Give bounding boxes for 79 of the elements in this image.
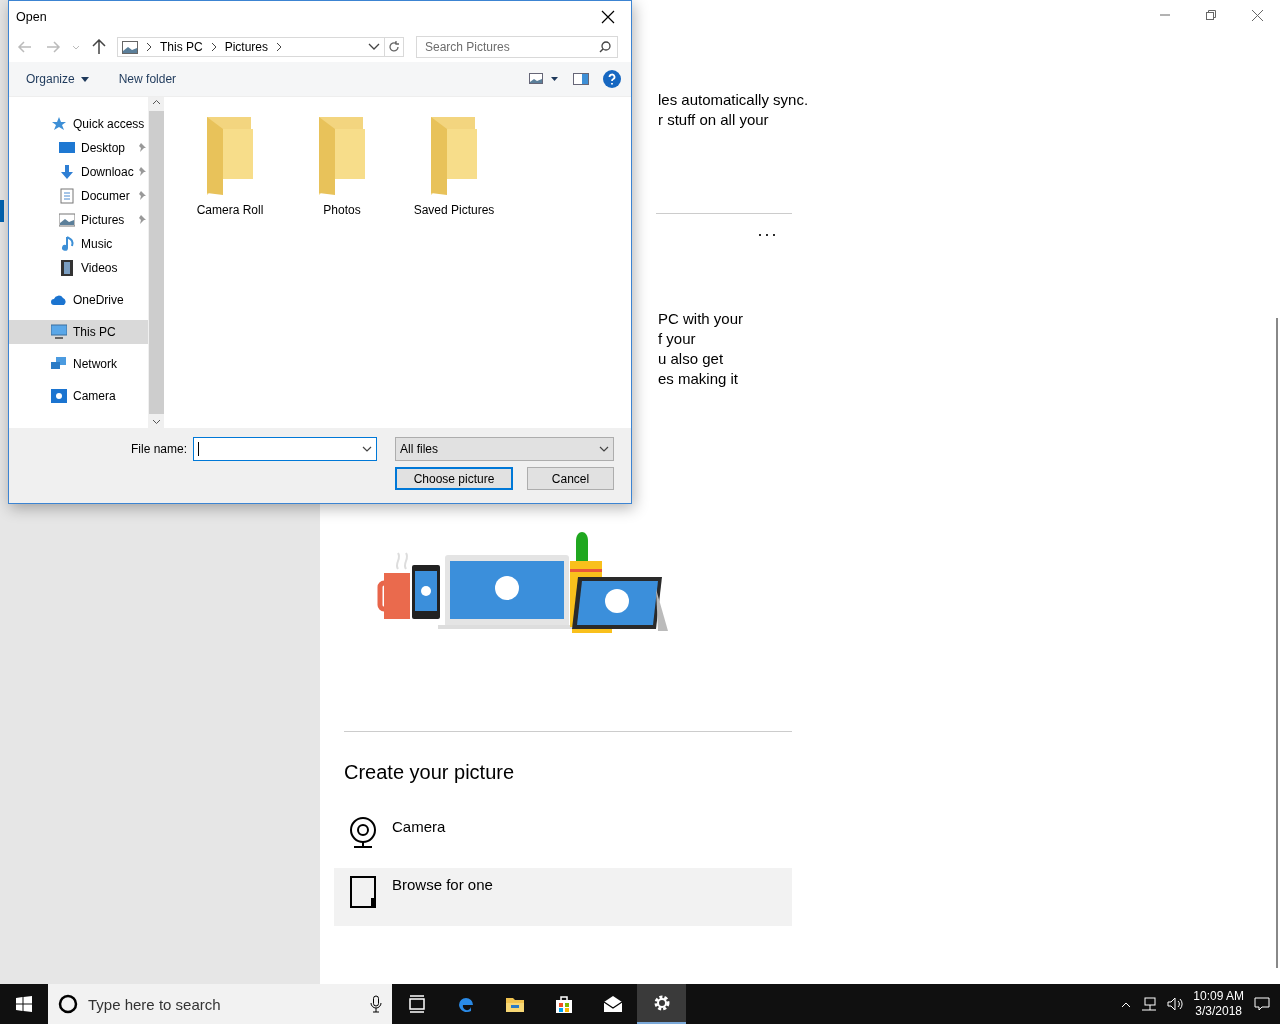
dialog-title: Open: [16, 9, 47, 24]
folder-item[interactable]: Saved Pictures: [404, 115, 504, 217]
nav-item[interactable]: Pictures: [9, 208, 148, 232]
star-icon: [51, 116, 67, 132]
folder-item[interactable]: Camera Roll: [180, 115, 280, 217]
breadcrumb-item[interactable]: Pictures: [224, 40, 269, 54]
search-icon: [599, 41, 611, 53]
chevron-down-icon[interactable]: [368, 43, 380, 51]
preview-pane-icon[interactable]: [573, 73, 589, 85]
description-text: u also get: [658, 350, 724, 367]
videos-icon: [59, 260, 75, 276]
help-icon[interactable]: [603, 70, 621, 88]
nav-item[interactable]: Desktop: [9, 136, 148, 160]
mail-icon: [602, 994, 623, 1014]
microphone-icon[interactable]: [370, 995, 382, 1013]
nav-item[interactable]: Camera: [9, 384, 148, 408]
nav-item[interactable]: Music: [9, 232, 148, 256]
option-item[interactable]: Camera: [334, 810, 792, 868]
dialog-button[interactable]: Cancel: [527, 467, 614, 490]
desktop-icon: [59, 140, 75, 156]
pc-icon: [51, 324, 67, 340]
music-icon: [59, 236, 75, 252]
scrollbar[interactable]: [1276, 318, 1278, 968]
clock[interactable]: 10:09 AM 3/3/2018: [1193, 989, 1244, 1019]
chevron-right-icon: [146, 43, 152, 51]
address-bar[interactable]: This PC Pictures: [117, 37, 385, 57]
organize-button[interactable]: Organize: [26, 72, 89, 86]
search-field[interactable]: Search Pictures: [416, 36, 618, 58]
download-icon: [59, 164, 75, 180]
store-icon: [553, 994, 574, 1014]
nav-item[interactable]: Quick access: [9, 112, 148, 136]
tablet-icon: [348, 874, 378, 910]
document-icon: [59, 188, 75, 204]
chevron-up-icon[interactable]: [1121, 1000, 1132, 1008]
nav-item[interactable]: Network: [9, 352, 148, 376]
view-options-icon[interactable]: [529, 73, 559, 85]
scrollbar[interactable]: [148, 97, 164, 428]
description-text: es making it: [658, 370, 739, 387]
file-type-dropdown[interactable]: All files: [395, 437, 614, 461]
windows-start-icon[interactable]: [16, 996, 32, 1012]
taskbar-app[interactable]: [637, 984, 686, 1024]
refresh-button[interactable]: [384, 37, 404, 57]
restore-icon[interactable]: [1206, 10, 1216, 20]
more-button[interactable]: ···: [757, 224, 778, 244]
nav-item[interactable]: Videos: [9, 256, 148, 280]
dialog-button[interactable]: Choose picture: [395, 467, 513, 490]
breadcrumb-item[interactable]: This PC: [160, 40, 203, 54]
webcam-icon: [348, 816, 378, 848]
folder-item[interactable]: Photos: [292, 115, 392, 217]
taskbar-search-field[interactable]: Type here to search: [48, 984, 392, 1024]
selection-accent: [0, 200, 4, 222]
chevron-right-icon: [276, 43, 283, 51]
pictures-icon: [122, 40, 138, 54]
nav-item[interactable]: OneDrive: [9, 288, 148, 312]
camera-icon: [51, 388, 67, 404]
description-text: PC with your: [658, 310, 744, 327]
description-text: f your: [658, 330, 696, 347]
notifications-icon[interactable]: [1254, 996, 1270, 1012]
section-heading: Create your picture: [344, 761, 516, 784]
nav-item[interactable]: Downloac: [9, 160, 148, 184]
volume-icon[interactable]: [1167, 997, 1184, 1011]
network-icon: [51, 356, 67, 372]
description-text: les automatically sync.: [658, 91, 809, 108]
file-name-field[interactable]: [193, 437, 377, 461]
field-label: File name:: [130, 442, 187, 456]
nav-item[interactable]: Documer: [9, 184, 148, 208]
description-text: r stuff on all your: [658, 111, 769, 128]
nav-item[interactable]: This PC: [9, 320, 148, 344]
cortana-circle-icon: [58, 994, 78, 1014]
caret-icon: [80, 76, 89, 82]
taskview-icon: [406, 994, 427, 1014]
chevron-down-icon[interactable]: [362, 446, 372, 452]
chevron-right-icon: [210, 43, 217, 51]
refresh-icon: [388, 41, 400, 53]
chevron-down-icon: [599, 446, 609, 452]
pictures-icon: [59, 212, 75, 228]
new-folder-button[interactable]: New folder: [118, 72, 177, 86]
network-icon[interactable]: [1141, 997, 1158, 1011]
option-item[interactable]: Browse for one: [334, 868, 792, 926]
